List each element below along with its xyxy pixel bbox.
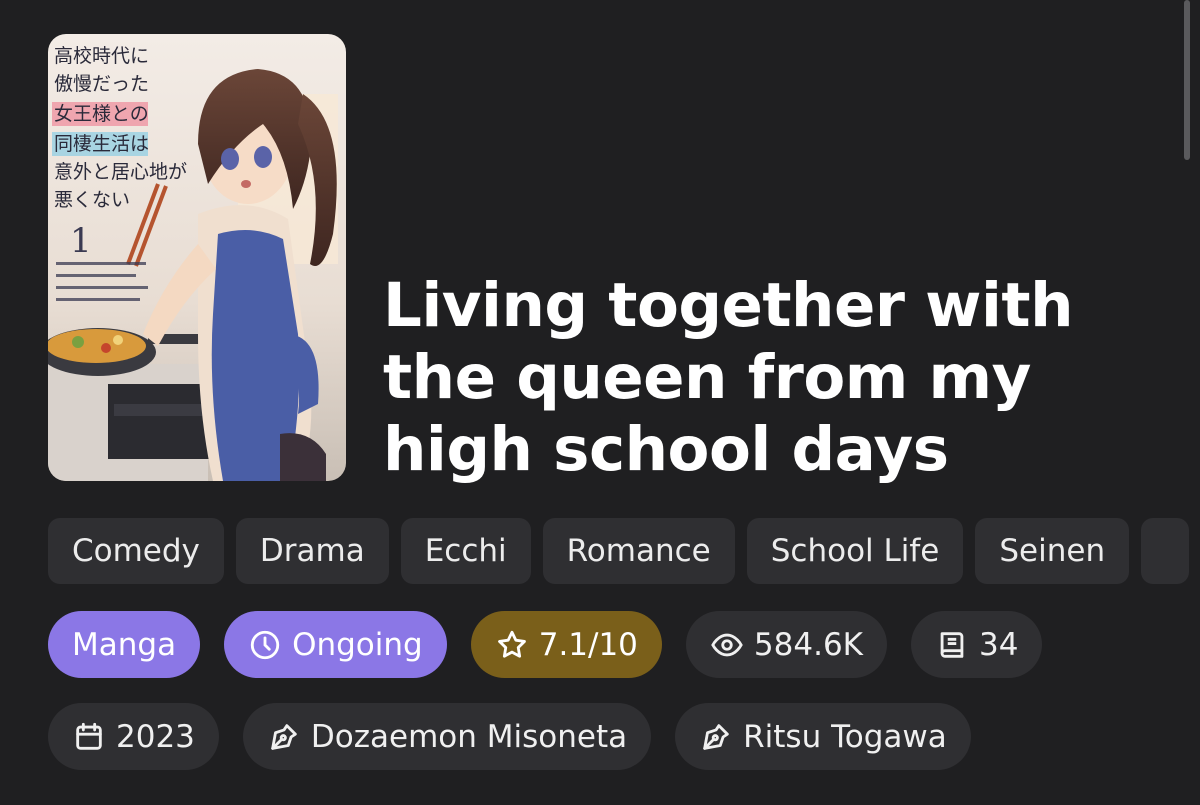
genre-tag-romance[interactable]: Romance <box>542 518 735 584</box>
author-badge-2[interactable]: Ritsu Togawa <box>675 703 971 770</box>
cover-jp-line-6: 悪くない <box>54 189 130 211</box>
book-icon <box>935 628 969 662</box>
cover-jp-line-1: 高校時代に <box>54 45 149 67</box>
genre-tag-drama[interactable]: Drama <box>235 518 389 584</box>
year-badge[interactable]: 2023 <box>48 703 219 770</box>
scrollbar-thumb[interactable] <box>1184 0 1190 160</box>
author-badge-1[interactable]: Dozaemon Misoneta <box>242 703 652 770</box>
views-badge[interactable]: 584.6K <box>685 611 887 678</box>
chapters-label: 34 <box>979 626 1019 663</box>
page-title: Living together with the queen from my h… <box>383 270 1074 485</box>
chapters-badge[interactable]: 34 <box>911 611 1043 678</box>
rating-label: 7.1/10 <box>538 626 638 663</box>
genre-tag-more[interactable] <box>1141 518 1190 584</box>
meta-row: 2023 Dozaemon Misoneta Ritsu Togawa <box>48 703 971 770</box>
eye-icon <box>710 628 744 662</box>
rating-badge[interactable]: 7.1/10 <box>470 611 662 678</box>
genre-tag-seinen[interactable]: Seinen <box>975 518 1130 584</box>
cover-jp-line-3: 女王様との <box>54 103 149 125</box>
type-label: Manga <box>72 626 177 663</box>
cover-jp-line-5: 意外と居心地が <box>54 161 187 183</box>
author-name-2: Ritsu Togawa <box>743 718 947 755</box>
genre-tags: Comedy Drama Ecchi Romance School Life S… <box>48 518 1190 584</box>
genre-tag-ecchi[interactable]: Ecchi <box>400 518 531 584</box>
scrollbar[interactable] <box>1184 0 1196 805</box>
views-label: 584.6K <box>753 626 863 663</box>
status-badge[interactable]: Ongoing <box>224 611 447 678</box>
pen-nib-icon <box>699 720 733 754</box>
type-badge[interactable]: Manga <box>48 611 201 678</box>
status-label: Ongoing <box>292 626 423 663</box>
cover-jp-line-2: 傲慢だった <box>54 73 149 95</box>
genre-tag-school-life[interactable]: School Life <box>746 518 964 584</box>
manga-detail-page: 高校時代に 傲慢だった 女王様との 同棲生活は 意外と居心地が 悪くない 1 L… <box>0 0 1200 805</box>
genre-tag-comedy[interactable]: Comedy <box>48 518 224 584</box>
year-label: 2023 <box>116 718 195 755</box>
cover-jp-line-4: 同棲生活は <box>54 133 149 155</box>
clock-icon <box>248 628 282 662</box>
pen-nib-icon <box>267 720 301 754</box>
author-name-1: Dozaemon Misoneta <box>310 718 628 755</box>
star-icon <box>495 628 529 662</box>
calendar-icon <box>72 720 106 754</box>
cover-image: 高校時代に 傲慢だった 女王様との 同棲生活は 意外と居心地が 悪くない 1 <box>48 34 346 481</box>
stats-row: Manga Ongoing 7.1/10 584.6K 34 <box>48 611 1043 678</box>
cover-volume-number: 1 <box>70 221 92 261</box>
